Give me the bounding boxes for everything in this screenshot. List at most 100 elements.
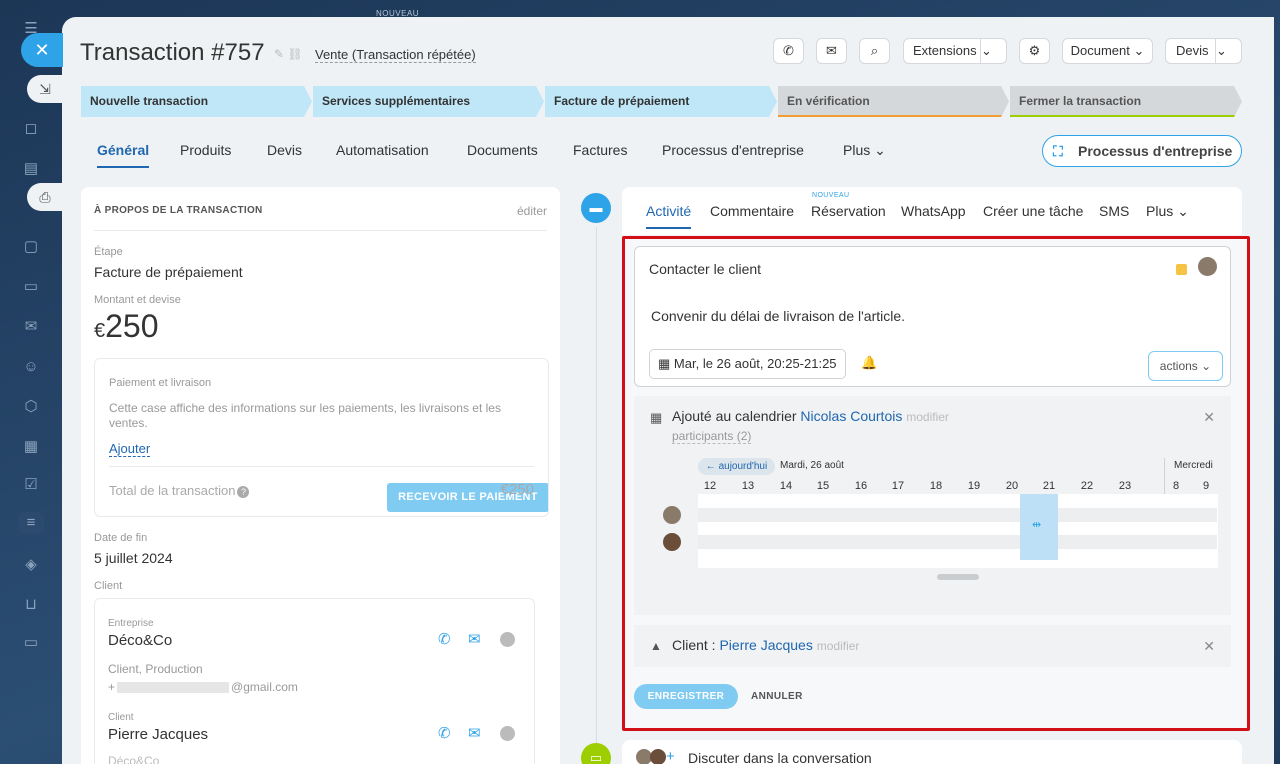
shield-icon[interactable]: ⬡ bbox=[20, 396, 42, 418]
minimize-button[interactable]: ⇲ bbox=[27, 75, 63, 103]
close-icon[interactable]: ✕ bbox=[1203, 638, 1215, 655]
calendar-icon: ▦ bbox=[658, 356, 671, 371]
tab-activite[interactable]: Activité bbox=[646, 203, 692, 229]
settings-button[interactable]: ⚙ bbox=[1019, 38, 1050, 64]
tab-produits[interactable]: Produits bbox=[180, 142, 231, 158]
phone-button[interactable]: ✆ bbox=[773, 38, 804, 64]
document-icon[interactable]: ▢ bbox=[20, 236, 42, 258]
extensions-button[interactable]: Extensions ⌄ bbox=[903, 38, 1007, 64]
date-picker[interactable]: ▦ Mar, le 26 août, 20:25-21:25 bbox=[649, 349, 846, 379]
tab-general[interactable]: Général bbox=[97, 142, 150, 168]
tab-plus[interactable]: Plus ⌄ bbox=[1146, 203, 1189, 220]
contact-label: Client bbox=[108, 712, 134, 723]
day2-label: Mercredi bbox=[1174, 460, 1213, 471]
scroll-handle[interactable] bbox=[937, 574, 979, 580]
close-icon[interactable]: ✕ bbox=[1203, 409, 1215, 426]
today-button[interactable]: ← aujourd'hui bbox=[698, 458, 775, 475]
total-label-text: Total de la transaction bbox=[109, 483, 236, 498]
tab-documents[interactable]: Documents bbox=[467, 142, 538, 158]
tab-creer-tache[interactable]: Créer une tâche bbox=[983, 203, 1083, 219]
cart-icon[interactable]: ⊔ bbox=[20, 594, 42, 616]
mail-icon[interactable]: ✉ bbox=[20, 316, 42, 338]
filter-icon[interactable]: ≡ bbox=[18, 512, 44, 534]
contacts-icon[interactable]: ☺ bbox=[20, 356, 42, 378]
client-name[interactable]: Pierre Jacques bbox=[719, 637, 812, 653]
stage-5[interactable]: Fermer la transaction bbox=[1010, 86, 1242, 117]
tab-plus[interactable]: Plus ⌄ bbox=[843, 142, 886, 159]
contact-company: Déco&Co bbox=[108, 754, 160, 764]
save-button[interactable]: ENREGISTRER bbox=[634, 684, 738, 709]
print-button[interactable]: ⎙ bbox=[27, 183, 63, 211]
add-link[interactable]: Ajouter bbox=[109, 441, 151, 457]
hour-label: 8 bbox=[1172, 480, 1180, 492]
mail-button[interactable]: ✉ bbox=[816, 38, 847, 64]
contact-mail-icon[interactable]: ✉ bbox=[468, 724, 481, 742]
tab-commentaire[interactable]: Commentaire bbox=[710, 203, 794, 219]
stage-3[interactable]: Facture de prépaiement bbox=[545, 86, 777, 117]
avatar[interactable] bbox=[1198, 257, 1217, 276]
total-label: Total de la transaction? bbox=[109, 483, 250, 498]
plus-icon[interactable]: + bbox=[666, 748, 675, 764]
document-button[interactable]: Document ⌄ bbox=[1062, 38, 1153, 64]
activity-icon: ▬ bbox=[581, 193, 611, 223]
stage-2[interactable]: Services supplémentaires bbox=[313, 86, 544, 117]
chat2-icon[interactable]: ▭ bbox=[20, 632, 42, 654]
help-icon[interactable]: ? bbox=[237, 486, 250, 498]
hour-label: 22 bbox=[1080, 480, 1094, 492]
event-slot[interactable]: ⇹ bbox=[1020, 494, 1058, 560]
color-marker[interactable] bbox=[1176, 264, 1187, 275]
company-chat-icon[interactable] bbox=[500, 632, 515, 647]
pipeline-selector[interactable]: Vente (Transaction répétée) bbox=[315, 47, 476, 63]
devis-label: Devis bbox=[1176, 43, 1209, 58]
amount-display: €250 bbox=[94, 308, 159, 345]
task-title[interactable]: Contacter le client bbox=[649, 261, 761, 277]
resize-icon[interactable]: ⇹ bbox=[1032, 518, 1041, 531]
left-sidebar: ☰ ◻ ▤ ▢ ▭ ✉ ☺ ⬡ ▦ ☑ ≡ ◈ ⊔ ▭ bbox=[0, 0, 62, 764]
contact-chat-icon[interactable] bbox=[500, 726, 515, 741]
stage-1[interactable]: Nouvelle transaction bbox=[81, 86, 312, 117]
board-icon[interactable]: ▦ bbox=[20, 436, 42, 458]
contact-phone-icon[interactable]: ✆ bbox=[438, 724, 451, 742]
chevron-down-icon: ⌄ bbox=[1201, 359, 1212, 373]
modify-link[interactable]: modifier bbox=[906, 410, 949, 424]
company-email[interactable]: + @gmail.com bbox=[108, 680, 298, 694]
tab-reservation[interactable]: Réservation bbox=[811, 203, 886, 219]
devis-button[interactable]: Devis ⌄ bbox=[1165, 38, 1242, 64]
business-process-button[interactable]: ⛶ Processus d'entreprise bbox=[1042, 135, 1242, 167]
cancel-button[interactable]: ANNULER bbox=[751, 691, 803, 702]
hour-label: 9 bbox=[1202, 480, 1210, 492]
chat-icon[interactable]: ◻ bbox=[20, 118, 42, 140]
tab-automatisation[interactable]: Automatisation bbox=[336, 142, 429, 158]
box-icon[interactable]: ◈ bbox=[20, 554, 42, 576]
company-mail-icon[interactable]: ✉ bbox=[468, 630, 481, 648]
tab-whatsapp[interactable]: WhatsApp bbox=[901, 203, 966, 219]
modify-link[interactable]: modifier bbox=[817, 639, 860, 653]
bell-icon[interactable]: 🔔 bbox=[861, 355, 877, 371]
chat-text[interactable]: Discuter dans la conversation bbox=[688, 750, 872, 764]
chat-button[interactable]: ⌕ bbox=[859, 38, 890, 64]
end-date-label: Date de fin bbox=[94, 532, 148, 544]
amount-label: Montant et devise bbox=[94, 294, 181, 306]
actions-button[interactable]: actions ⌄ bbox=[1148, 351, 1223, 381]
task-text[interactable]: Convenir du délai de livraison de l'arti… bbox=[651, 308, 905, 324]
company-phone-icon[interactable]: ✆ bbox=[438, 630, 451, 648]
check-icon[interactable]: ☑ bbox=[20, 474, 42, 496]
tasks-icon[interactable]: ▤ bbox=[20, 158, 42, 180]
tab-devis[interactable]: Devis bbox=[267, 142, 302, 158]
tab-factures[interactable]: Factures bbox=[573, 142, 627, 158]
contact-name: Pierre Jacques bbox=[108, 726, 209, 743]
client-box: Entreprise Déco&Co ✆ ✉ Client, Productio… bbox=[94, 598, 535, 764]
tab-processus[interactable]: Processus d'entreprise bbox=[662, 142, 804, 158]
chat-icon: ⌕ bbox=[870, 43, 879, 58]
card-icon[interactable]: ▭ bbox=[20, 276, 42, 298]
calendar-user[interactable]: Nicolas Courtois bbox=[800, 408, 902, 424]
edit-link[interactable]: éditer bbox=[517, 204, 547, 218]
edit-link-icons[interactable]: ✎ ⛓ bbox=[274, 47, 303, 61]
payment-text: Cette case affiche des informations sur … bbox=[109, 401, 501, 430]
company-name: Déco&Co bbox=[108, 632, 173, 649]
participants-link[interactable]: participants (2) bbox=[672, 429, 752, 444]
stage-4[interactable]: En vérification bbox=[778, 86, 1009, 117]
close-slider-button[interactable]: ✕ bbox=[21, 33, 63, 67]
hours-row: 12 13 14 15 16 17 18 19 20 21 22 23 bbox=[700, 480, 1160, 494]
tab-sms[interactable]: SMS bbox=[1099, 203, 1129, 219]
